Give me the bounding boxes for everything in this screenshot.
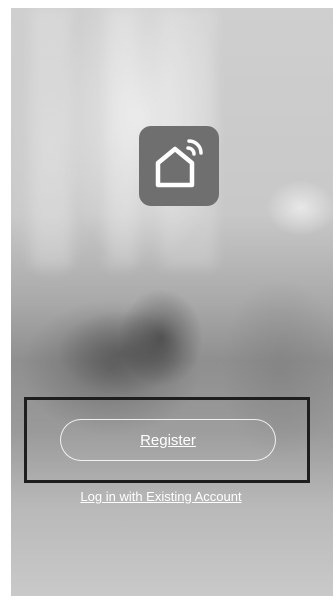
welcome-screen	[11, 8, 333, 596]
curtain-light-stripe	[106, 8, 136, 268]
register-button-label: Register	[140, 431, 196, 449]
smart-home-icon	[155, 139, 203, 188]
login-existing-account-link[interactable]: Log in with Existing Account	[0, 489, 322, 504]
register-button[interactable]: Register	[60, 419, 276, 461]
app-logo	[139, 126, 219, 206]
curtain-light-stripe	[31, 8, 71, 268]
